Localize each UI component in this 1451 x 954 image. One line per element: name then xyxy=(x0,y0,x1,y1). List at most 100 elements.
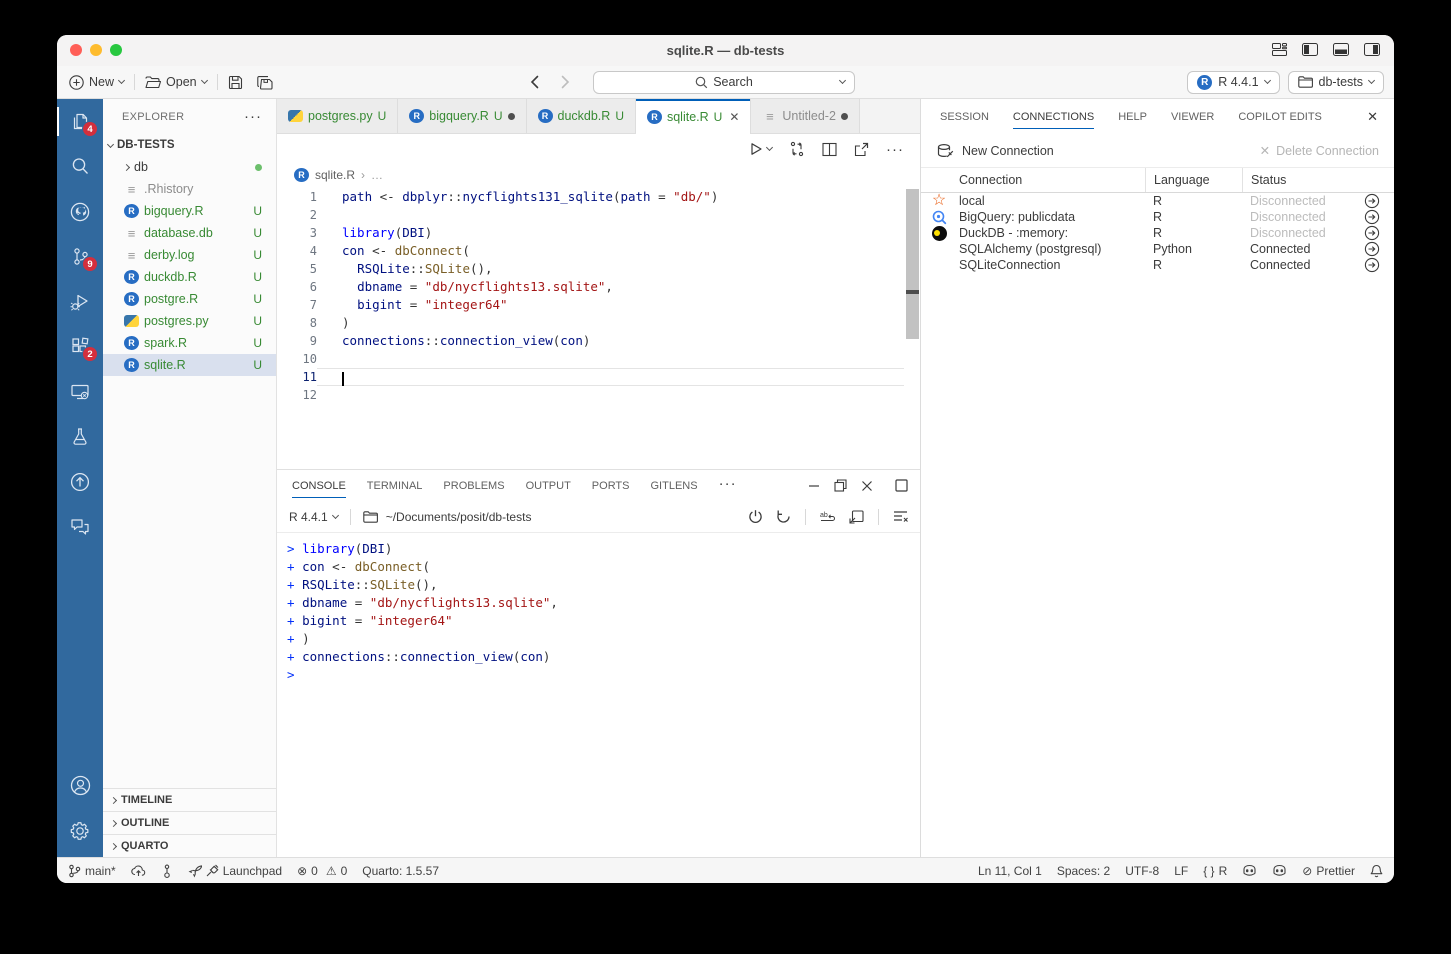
move-console-to-editor-icon[interactable] xyxy=(849,510,864,524)
more-actions-icon[interactable]: ··· xyxy=(244,108,262,125)
more-actions-icon[interactable]: ··· xyxy=(886,141,904,158)
sidebar-item-run-debug[interactable] xyxy=(57,279,103,324)
run-file-button[interactable] xyxy=(749,142,772,156)
editor-scrollbar[interactable] xyxy=(906,189,919,339)
delete-connection-button[interactable]: ✕ Delete Connection xyxy=(1260,143,1379,158)
connection-row-sqliteconnection[interactable]: SQLiteConnectionRConnected xyxy=(921,257,1394,273)
restart-console-icon[interactable] xyxy=(776,509,791,524)
open-connection-button[interactable] xyxy=(1364,225,1394,241)
tree-item-postgres-py[interactable]: postgres.pyU xyxy=(103,310,276,332)
panel-tab-problems[interactable]: PROBLEMS xyxy=(443,473,504,498)
save-all-button[interactable] xyxy=(257,75,274,90)
account-button[interactable] xyxy=(57,763,103,808)
open-in-new-window-button[interactable] xyxy=(854,142,869,157)
copilot-edits-button[interactable] xyxy=(1272,864,1287,877)
tab-untitled-2[interactable]: ≡Untitled-2 xyxy=(751,99,860,134)
section-quarto[interactable]: QUARTO xyxy=(103,834,276,857)
tab-session[interactable]: SESSION xyxy=(940,104,989,129)
toggle-primary-sidebar-icon[interactable] xyxy=(1302,43,1318,56)
eol-status[interactable]: LF xyxy=(1174,864,1188,878)
more-actions-icon[interactable]: ··· xyxy=(719,475,737,496)
tree-item-postgre-r[interactable]: Rpostgre.RU xyxy=(103,288,276,310)
word-wrap-icon[interactable]: ab xyxy=(820,510,836,523)
code-editor[interactable]: 1path <- dbplyr::nycflights131_sqlite(pa… xyxy=(277,186,920,469)
sidebar-item-chat[interactable] xyxy=(57,504,103,549)
copilot-button[interactable] xyxy=(1242,864,1257,877)
customize-layout-icon[interactable] xyxy=(1272,43,1287,56)
language-mode-status[interactable]: { } R xyxy=(1203,864,1227,878)
tab-help[interactable]: HELP xyxy=(1118,104,1147,129)
panel-layout-icon[interactable] xyxy=(895,479,908,492)
toggle-secondary-sidebar-icon[interactable] xyxy=(1364,43,1380,56)
sidebar-item-search[interactable] xyxy=(57,144,103,189)
open-connection-button[interactable] xyxy=(1364,241,1394,257)
tab-bigquery-r[interactable]: Rbigquery.RU xyxy=(398,99,526,134)
tab-postgres-py[interactable]: postgres.pyU xyxy=(277,99,398,134)
zoom-window-button[interactable] xyxy=(110,44,122,56)
new-connection-button[interactable]: New Connection xyxy=(962,144,1054,158)
console-interpreter-picker[interactable]: R 4.4.1 xyxy=(289,510,338,524)
section-timeline[interactable]: TIMELINE xyxy=(103,788,276,811)
tab-viewer[interactable]: VIEWER xyxy=(1171,104,1214,129)
panel-tab-output[interactable]: OUTPUT xyxy=(526,473,571,498)
breadcrumb-more[interactable]: … xyxy=(371,168,383,182)
tree-item-duckdb-r[interactable]: Rduckdb.RU xyxy=(103,266,276,288)
sidebar-item-publish[interactable] xyxy=(57,459,103,504)
formatter-status[interactable]: ⊘ Prettier xyxy=(1302,864,1355,878)
open-connection-button[interactable] xyxy=(1364,257,1394,273)
connection-row-local[interactable]: ☆localRDisconnected xyxy=(921,193,1394,209)
problems-status[interactable]: ⊗0 ⚠0 xyxy=(297,864,347,878)
sync-changes-button[interactable] xyxy=(131,864,146,877)
new-button[interactable]: New xyxy=(69,75,124,90)
sidebar-item-remote-explorer[interactable] xyxy=(57,369,103,414)
cursor-position-status[interactable]: Ln 11, Col 1 xyxy=(978,864,1042,878)
panel-tab-console[interactable]: CONSOLE xyxy=(292,473,346,498)
tab-duckdb-r[interactable]: Rduckdb.RU xyxy=(527,99,636,134)
sidebar-item-testing[interactable] xyxy=(57,414,103,459)
quarto-status[interactable]: Quarto: 1.5.57 xyxy=(362,864,439,878)
launchpad-button[interactable]: Launchpad xyxy=(188,864,282,878)
sidebar-item-source-control[interactable]: 9 xyxy=(57,234,103,279)
close-icon[interactable]: ✕ xyxy=(1367,109,1378,125)
gitlens-button[interactable] xyxy=(161,864,173,878)
tree-item-bigquery-r[interactable]: Rbigquery.RU xyxy=(103,200,276,222)
maximize-panel-icon[interactable] xyxy=(834,479,847,492)
tree-item-db[interactable]: db xyxy=(103,156,276,178)
navigate-forward-icon[interactable] xyxy=(561,75,570,89)
encoding-status[interactable]: UTF-8 xyxy=(1125,864,1159,878)
branch-status[interactable]: main* xyxy=(68,864,116,878)
tree-item-spark-r[interactable]: Rspark.RU xyxy=(103,332,276,354)
panel-tab-gitlens[interactable]: GITLENS xyxy=(651,473,698,498)
open-connection-button[interactable] xyxy=(1364,209,1394,225)
section-outline[interactable]: OUTLINE xyxy=(103,811,276,834)
sidebar-item-extensions[interactable]: 2 xyxy=(57,324,103,369)
close-window-button[interactable] xyxy=(70,44,82,56)
console-output[interactable]: > library(DBI)+ con <- dbConnect(+ RSQLi… xyxy=(277,532,920,857)
close-icon[interactable]: ✕ xyxy=(729,110,739,124)
shutdown-console-icon[interactable] xyxy=(748,509,763,524)
panel-tab-terminal[interactable]: TERMINAL xyxy=(367,473,423,498)
notifications-button[interactable] xyxy=(1370,864,1383,878)
split-editor-button[interactable] xyxy=(822,142,837,157)
tab-sqlite-r[interactable]: Rsqlite.RU✕ xyxy=(636,99,751,134)
source-file-button[interactable] xyxy=(789,141,805,157)
open-connection-button[interactable] xyxy=(1364,193,1394,209)
workspace-picker[interactable]: db-tests xyxy=(1288,71,1384,94)
panel-tab-ports[interactable]: PORTS xyxy=(592,473,630,498)
toggle-panel-icon[interactable] xyxy=(1333,43,1349,56)
connection-row-sqlalchemy--postgresql-[interactable]: SQLAlchemy (postgresql)PythonConnected xyxy=(921,241,1394,257)
breadcrumb[interactable]: R sqlite.R › … xyxy=(277,164,920,186)
save-button[interactable] xyxy=(228,75,243,90)
tree-root-db-tests[interactable]: DB-TESTS xyxy=(103,134,276,156)
tab-copilot-edits[interactable]: COPILOT EDITS xyxy=(1238,104,1322,129)
interpreter-picker[interactable]: R R 4.4.1 xyxy=(1187,71,1279,94)
minimize-window-button[interactable] xyxy=(90,44,102,56)
connection-row-bigquery--publicdata[interactable]: BigQuery: publicdataRDisconnected xyxy=(921,209,1394,225)
tree-item-database-db[interactable]: ≡database.dbU xyxy=(103,222,276,244)
search-input[interactable]: Search xyxy=(593,71,855,94)
minimize-panel-icon[interactable] xyxy=(808,480,820,492)
sidebar-item-github[interactable] xyxy=(57,189,103,234)
sidebar-item-explorer[interactable]: 4 xyxy=(57,99,103,144)
open-button[interactable]: Open xyxy=(145,75,207,89)
tree-item--rhistory[interactable]: ≡.Rhistory xyxy=(103,178,276,200)
